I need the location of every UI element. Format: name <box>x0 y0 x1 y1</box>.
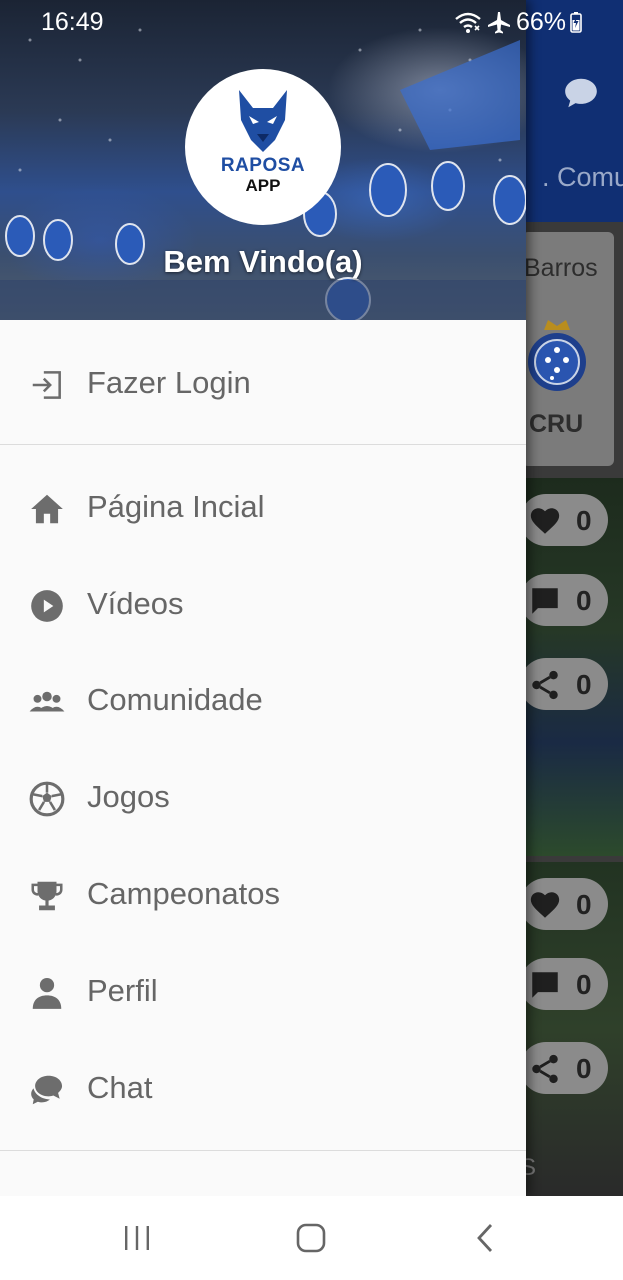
share-count: 0 <box>576 1053 592 1084</box>
status-time: 16:49 <box>41 8 104 36</box>
like-button[interactable]: 0 <box>520 494 608 546</box>
menu-item-chat[interactable]: Chat <box>0 1041 526 1137</box>
login-icon <box>32 371 61 399</box>
share-count: 0 <box>576 669 592 700</box>
menu-item-games[interactable]: Jogos <box>0 750 526 846</box>
menu-item-profile[interactable]: Perfil <box>0 944 526 1040</box>
card-player-name: Barros <box>524 254 598 282</box>
menu-item-label: Campeonatos <box>87 876 281 911</box>
back-button[interactable] <box>465 1220 505 1256</box>
recent-apps-button[interactable] <box>117 1220 157 1256</box>
team-abbreviation: CRU <box>529 410 584 438</box>
comment-count: 0 <box>576 969 592 1000</box>
menu-item-login[interactable]: Fazer Login <box>0 336 526 432</box>
heart-icon <box>530 892 560 918</box>
navigation-drawer: RAPOSA APP Bem Vindo(a) Fazer Login Pági… <box>0 0 526 1196</box>
logo-subtext: APP <box>245 176 281 195</box>
chat-icon[interactable] <box>562 74 600 112</box>
menu-item-label: Vídeos <box>87 586 184 621</box>
home-icon <box>31 494 63 524</box>
divider <box>0 444 526 445</box>
trophy-icon <box>31 881 63 911</box>
menu-item-label: Página Incial <box>87 489 265 524</box>
menu-item-championships[interactable]: Campeonatos <box>0 847 526 943</box>
wifi-icon <box>455 12 481 33</box>
divider <box>0 1150 526 1151</box>
battery-icon <box>570 12 582 33</box>
soccer-ball-icon <box>29 781 65 817</box>
chat-bubbles-icon <box>31 1075 63 1105</box>
status-bar: 16:49 66% <box>0 0 623 44</box>
menu-item-videos[interactable]: Vídeos <box>0 557 526 653</box>
drawer-header: RAPOSA APP Bem Vindo(a) <box>0 0 526 320</box>
share-button[interactable]: 0 <box>520 1042 608 1094</box>
home-button[interactable] <box>291 1220 331 1256</box>
play-circle-icon <box>31 590 63 622</box>
share-button[interactable]: 0 <box>520 658 608 710</box>
comment-button[interactable]: 0 <box>520 574 608 626</box>
comment-icon <box>532 588 558 614</box>
like-count: 0 <box>576 889 592 920</box>
system-nav-bar <box>0 1196 623 1280</box>
home-button-icon <box>296 1223 326 1253</box>
fox-logo-icon <box>239 90 287 152</box>
share-icon <box>532 670 558 700</box>
airplane-icon <box>488 12 510 34</box>
person-icon <box>32 977 62 1009</box>
menu-item-home[interactable]: Página Incial <box>0 460 526 556</box>
menu-item-community[interactable]: Comunidade <box>0 653 526 749</box>
menu-item-label: Perfil <box>87 973 158 1008</box>
cruzeiro-crest-icon <box>528 320 586 391</box>
like-count: 0 <box>576 505 592 536</box>
welcome-text: Bem Vindo(a) <box>163 244 363 279</box>
community-tab-label[interactable]: . Comun <box>542 162 623 193</box>
menu-item-label: Jogos <box>87 779 170 814</box>
comment-button[interactable]: 0 <box>520 958 608 1010</box>
comment-count: 0 <box>576 585 592 616</box>
group-icon <box>29 691 65 712</box>
menu-item-label: Fazer Login <box>87 365 251 400</box>
comment-icon <box>532 972 558 998</box>
share-icon <box>532 1054 558 1084</box>
recent-apps-icon <box>125 1226 149 1250</box>
like-button[interactable]: 0 <box>520 878 608 930</box>
menu-item-label: Comunidade <box>87 682 263 717</box>
battery-percentage: 66% <box>516 8 567 36</box>
logo-text: RAPOSA <box>220 155 306 176</box>
back-icon <box>477 1224 493 1252</box>
menu-item-label: Chat <box>87 1070 153 1105</box>
heart-icon <box>530 508 560 534</box>
